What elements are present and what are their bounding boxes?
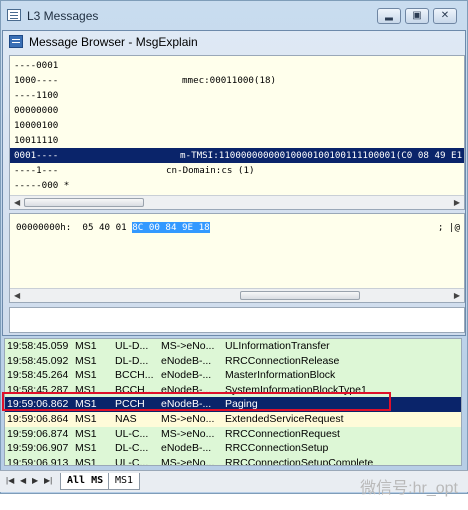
hex-bytes: 05 40 01 (82, 222, 127, 233)
hex-line: 00000000h: 05 40 01 8C 00 84 9E 18 (16, 222, 210, 233)
decode-horizontal-scrollbar[interactable]: ◀ ▶ (10, 195, 464, 209)
cell-ch: DL-C... (115, 442, 149, 455)
cell-ms: MS1 (75, 369, 97, 382)
cell-time: 19:59:06.913 (7, 456, 69, 466)
close-button[interactable]: ✕ (433, 8, 457, 24)
cell-ms: MS1 (75, 427, 97, 440)
cell-ms: MS1 (75, 340, 97, 352)
table-row[interactable]: 19:58:45.092 MS1 DL-D... eNodeB-... RRCConne… (5, 353, 461, 369)
outer-title-bar[interactable]: L3 Messages ▂ ▣ ✕ (1, 1, 467, 31)
window-title: L3 Messages (27, 9, 99, 23)
table-row[interactable]: 19:59:06.907 MS1 DL-C... eNodeB-... RRCConne… (5, 441, 461, 456)
decode-bits: 0001---- (14, 150, 59, 161)
prev-tab-icon[interactable]: ◀ (20, 476, 26, 485)
cell-ch: BCCH... (115, 369, 154, 382)
decode-bits: 00000000 (14, 105, 59, 116)
cell-ch: NAS (115, 413, 137, 425)
watermark: 微信号:hr_opt (360, 480, 458, 497)
decode-line[interactable]: 1000---- mmec:00011000(18) (10, 73, 464, 88)
cell-msg: ULInformationTransfer (225, 340, 330, 352)
cell-dir: MS->eNo... (161, 340, 215, 352)
tab-all-ms[interactable]: All MS (60, 473, 111, 490)
cell-ms: MS1 (75, 354, 97, 367)
cell-time: 19:58:45.264 (7, 369, 69, 382)
decode-bits: 10011110 (14, 135, 59, 146)
hex-selected-bytes: 8C 00 84 9E 18 (132, 222, 210, 233)
decode-desc: m-TMSI:11000000000010000100100111100001(… (180, 150, 463, 161)
cell-ch: DL-D... (115, 354, 149, 367)
cell-time: 19:59:06.864 (7, 413, 69, 425)
decode-line[interactable]: 0001---- m-TMSI:1100000000001000010010011… (10, 148, 464, 163)
hex-pane[interactable]: 00000000h: 05 40 01 8C 00 84 9E 18 ; |@ … (9, 213, 465, 303)
scroll-right-icon[interactable]: ▶ (454, 291, 460, 300)
message-browser-icon (9, 35, 23, 48)
dialog-title: Message Browser - MsgExplain (29, 35, 198, 49)
message-browser-dialog: Message Browser - MsgExplain ----0001 100… (2, 30, 466, 336)
decode-desc: cn-Domain:cs (1) (166, 165, 255, 176)
hex-horizontal-scrollbar[interactable]: ◀ ▶ (10, 288, 464, 302)
cell-ms: MS1 (75, 456, 97, 466)
cell-msg: ExtendedServiceRequest (225, 413, 344, 425)
cell-dir: eNodeB-... (161, 369, 212, 382)
cell-msg: MasterInformationBlock (225, 369, 336, 382)
decode-bits: 10000100 (14, 120, 59, 131)
scroll-left-icon[interactable]: ◀ (14, 291, 20, 300)
first-tab-icon[interactable]: |◀ (6, 476, 14, 485)
decode-line[interactable]: -----000 * (10, 178, 464, 193)
decode-line[interactable]: ----1100 (10, 88, 464, 103)
cell-ch: UL-C... (115, 456, 149, 466)
table-row[interactable]: 19:59:06.913 MS1 UL-C... MS->eNo... RRCConne… (5, 455, 461, 466)
cell-time: 19:58:45.092 (7, 354, 69, 367)
scroll-left-icon[interactable]: ◀ (14, 198, 20, 207)
cell-dir: eNodeB-... (161, 354, 212, 367)
table-row[interactable]: 19:59:06.874 MS1 UL-C... MS->eNo... RRCConne… (5, 426, 461, 442)
decode-line[interactable]: 10000100 (10, 118, 464, 133)
cell-dir: MS->eNo... (161, 427, 215, 440)
decode-bits: ----1100 (14, 90, 59, 101)
decode-line[interactable]: ----1--- cn-Domain:cs (1) (10, 163, 464, 178)
decode-bits: ----1--- (14, 165, 59, 176)
decode-bits: 1000---- (14, 75, 59, 86)
cell-time: 19:58:45.059 (7, 340, 69, 352)
table-row[interactable]: 19:59:06.864 MS1 NAS MS->eNo... ExtendedServ… (5, 412, 461, 427)
cell-msg: RRCConnectionRelease (225, 354, 340, 367)
cell-ch: UL-C... (115, 427, 149, 440)
scroll-thumb[interactable] (24, 198, 144, 207)
last-tab-icon[interactable]: ▶| (44, 476, 52, 485)
cell-msg: RRCConnectionSetup (225, 442, 329, 455)
cell-msg: RRCConnectionRequest (225, 427, 340, 440)
highlight-box (2, 392, 391, 411)
scroll-right-icon[interactable]: ▶ (454, 198, 460, 207)
detail-pane (9, 307, 465, 333)
cell-time: 19:59:06.874 (7, 427, 69, 440)
table-row[interactable]: 19:58:45.264 MS1 BCCH... eNodeB-... MasterIn… (5, 368, 461, 383)
next-tab-icon[interactable]: ▶ (32, 476, 38, 485)
cell-ms: MS1 (75, 442, 97, 455)
decode-bits: -----000 * (14, 180, 70, 191)
decode-pane[interactable]: ----0001 1000---- mmec:00011000(18) ----110… (9, 55, 465, 210)
decode-line[interactable]: 00000000 (10, 103, 464, 118)
scroll-thumb[interactable] (240, 291, 360, 300)
cell-time: 19:59:06.907 (7, 442, 69, 455)
cell-dir: MS->eNo... (161, 456, 215, 466)
dialog-title-bar[interactable]: Message Browser - MsgExplain (3, 31, 465, 53)
cell-dir: eNodeB-... (161, 442, 212, 455)
decode-bits: ----0001 (14, 60, 59, 71)
minimize-button[interactable]: ▂ (377, 8, 401, 24)
cell-msg: RRCConnectionSetupComplete (225, 456, 374, 466)
list-window-icon (7, 9, 21, 21)
hex-offset: 00000000h: (16, 222, 72, 233)
table-row[interactable]: 19:58:45.059 MS1 UL-D... MS->eNo... ULInform… (5, 339, 461, 354)
tab-ms1[interactable]: MS1 (108, 473, 141, 490)
hex-ascii: ; |@ (437, 222, 460, 233)
decode-line[interactable]: 10011110 (10, 133, 464, 148)
cell-ch: UL-D... (115, 340, 149, 352)
restore-button[interactable]: ▣ (405, 8, 429, 24)
decode-line[interactable]: ----0001 (10, 58, 464, 73)
cell-dir: MS->eNo... (161, 413, 215, 425)
decode-desc: mmec:00011000(18) (182, 75, 277, 86)
cell-ms: MS1 (75, 413, 97, 425)
